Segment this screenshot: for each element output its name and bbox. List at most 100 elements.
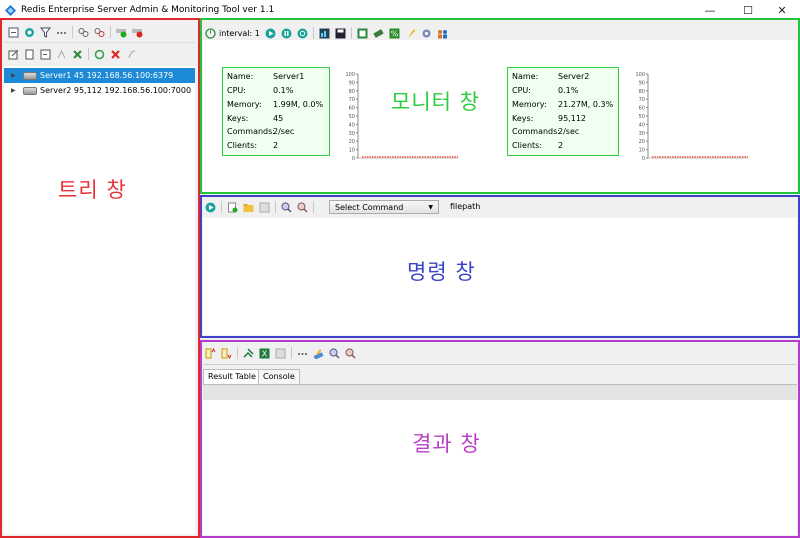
stat-value-name: Server1 <box>273 72 305 81</box>
minimize-button[interactable]: — <box>692 0 728 20</box>
toolbar-separator <box>72 26 73 38</box>
tree-item-server1[interactable]: ▶ Server1 45 192.168.56.100:6379 <box>4 68 195 83</box>
server1-chart-tick-label: 80 <box>349 89 355 95</box>
expand-arrow-icon[interactable]: ▶ <box>11 72 19 79</box>
server1-chart-tick-label: 10 <box>349 148 355 154</box>
server2-chart-tick-label: 40 <box>639 122 645 128</box>
stat-value-name: Server2 <box>558 72 590 81</box>
clients-icon[interactable] <box>437 28 448 39</box>
result-table-body <box>203 400 797 535</box>
server1-stats: Name: Server1 CPU: 0.1% Memory: 1.99M, 0.0%… <box>222 67 330 156</box>
tree-region-label: 트리 창 <box>58 178 127 202</box>
stat-label-keys: Keys: <box>227 114 249 123</box>
stat-label-commands: Commands: <box>227 127 275 136</box>
disconnect-icon[interactable] <box>94 27 105 38</box>
svg-text:%: % <box>391 29 399 38</box>
pin-icon[interactable] <box>405 28 416 39</box>
stat-label-keys: Keys: <box>512 114 534 123</box>
toolbar-separator <box>110 26 111 38</box>
stat-label-memory: Memory: <box>227 100 262 109</box>
stat-value-memory: 1.99M, 0.0% <box>273 100 324 109</box>
toolbar-separator <box>221 201 222 213</box>
document-icon[interactable] <box>24 49 35 60</box>
run-icon[interactable] <box>205 202 216 213</box>
box-icon[interactable] <box>357 28 368 39</box>
server2-chart-tick-label: 70 <box>639 97 645 103</box>
command-editor[interactable] <box>203 218 797 335</box>
toolbar-divider <box>203 364 797 365</box>
stat-value-commands: 2/sec <box>558 127 580 136</box>
save-result-icon[interactable] <box>275 348 286 359</box>
interval-label[interactable]: interval: 1 <box>219 29 260 38</box>
toolbar-separator <box>350 27 352 39</box>
sort-asc-icon[interactable] <box>205 347 216 359</box>
maximize-button[interactable]: ☐ <box>730 0 766 20</box>
expand-arrow-icon[interactable]: ▶ <box>11 87 19 94</box>
chart-view-icon[interactable] <box>319 28 330 39</box>
tree-item-label: Server2 95,112 192.168.56.100:7000 <box>40 86 192 95</box>
refresh-icon[interactable] <box>24 27 35 38</box>
recycle-icon[interactable] <box>94 49 105 60</box>
export-icon[interactable] <box>243 347 254 359</box>
more-icon[interactable] <box>297 348 308 359</box>
remove-server-icon[interactable] <box>132 27 143 38</box>
server1-chart-tick-label: 20 <box>349 139 355 145</box>
command-toolbar <box>205 201 314 213</box>
stat-value-keys: 95,112 <box>558 114 586 123</box>
collapse-icon[interactable] <box>8 27 19 38</box>
stat-label-commands: Commands: <box>512 127 560 136</box>
zoom-in-icon[interactable] <box>281 202 292 213</box>
tab-result-table[interactable]: Result Table <box>203 369 261 384</box>
play-icon[interactable] <box>265 28 276 39</box>
save-icon[interactable] <box>335 28 346 39</box>
close-button[interactable]: ✕ <box>764 0 800 20</box>
stat-label-cpu: CPU: <box>512 86 531 95</box>
server-icon <box>23 71 37 80</box>
connect-icon[interactable] <box>78 27 89 38</box>
save-file-icon[interactable] <box>259 202 270 213</box>
server-tree: ▶ Server1 45 192.168.56.100:6379 ▶ Serve… <box>4 66 195 534</box>
percent-icon[interactable]: % <box>389 28 400 39</box>
stat-value-memory: 21.27M, 0.3% <box>558 100 614 109</box>
server2-chart-tick-label: 60 <box>639 106 645 112</box>
server1-chart-tick-label: 0 <box>352 156 355 162</box>
server2-chart-tick-label: 90 <box>639 80 645 86</box>
zoom-in-icon[interactable] <box>329 348 340 359</box>
title-bar: Redis Enterprise Server Admin & Monitori… <box>0 0 800 20</box>
reset-icon[interactable] <box>297 28 308 39</box>
pause-icon[interactable] <box>281 28 292 39</box>
settings-icon[interactable] <box>421 28 432 39</box>
command-select[interactable]: Select Command ▼ <box>329 200 439 214</box>
server2-chart-tick-label: 10 <box>639 148 645 154</box>
filter-icon[interactable] <box>40 27 51 38</box>
tree-item-server2[interactable]: ▶ Server2 95,112 192.168.56.100:7000 <box>4 83 195 98</box>
stat-label-name: Name: <box>227 72 254 81</box>
stat-label-name: Name: <box>512 72 539 81</box>
result-toolbar: X <box>205 347 356 359</box>
memory-icon[interactable] <box>373 28 384 39</box>
server1-chart-tick-label: 50 <box>349 114 355 120</box>
toolbar-separator <box>88 48 89 60</box>
stat-label-clients: Clients: <box>512 141 543 150</box>
stat-value-cpu: 0.1% <box>273 86 294 95</box>
delete-icon[interactable] <box>72 49 83 60</box>
zoom-out-icon[interactable] <box>345 348 356 359</box>
excel-icon[interactable]: X <box>259 348 270 359</box>
server1-chart-tick-label: 90 <box>349 80 355 86</box>
move-icon[interactable] <box>56 49 67 60</box>
clear-result-icon[interactable] <box>313 348 324 359</box>
tab-console[interactable]: Console <box>258 369 300 384</box>
edit-icon[interactable] <box>8 49 19 60</box>
server1-chart-tick-label: 100 <box>345 72 355 78</box>
server2-chart-tick-label: 100 <box>635 72 645 78</box>
new-file-icon[interactable] <box>227 202 238 213</box>
more-icon[interactable] <box>56 27 67 38</box>
clear-icon[interactable] <box>126 49 137 60</box>
server2-chart-tick-label: 80 <box>639 89 645 95</box>
add-server-icon[interactable] <box>116 27 127 38</box>
import-icon[interactable] <box>40 49 51 60</box>
remove-icon[interactable] <box>110 49 121 60</box>
sort-desc-icon[interactable] <box>221 348 232 359</box>
zoom-out-icon[interactable] <box>297 202 308 213</box>
open-folder-icon[interactable] <box>243 202 254 213</box>
